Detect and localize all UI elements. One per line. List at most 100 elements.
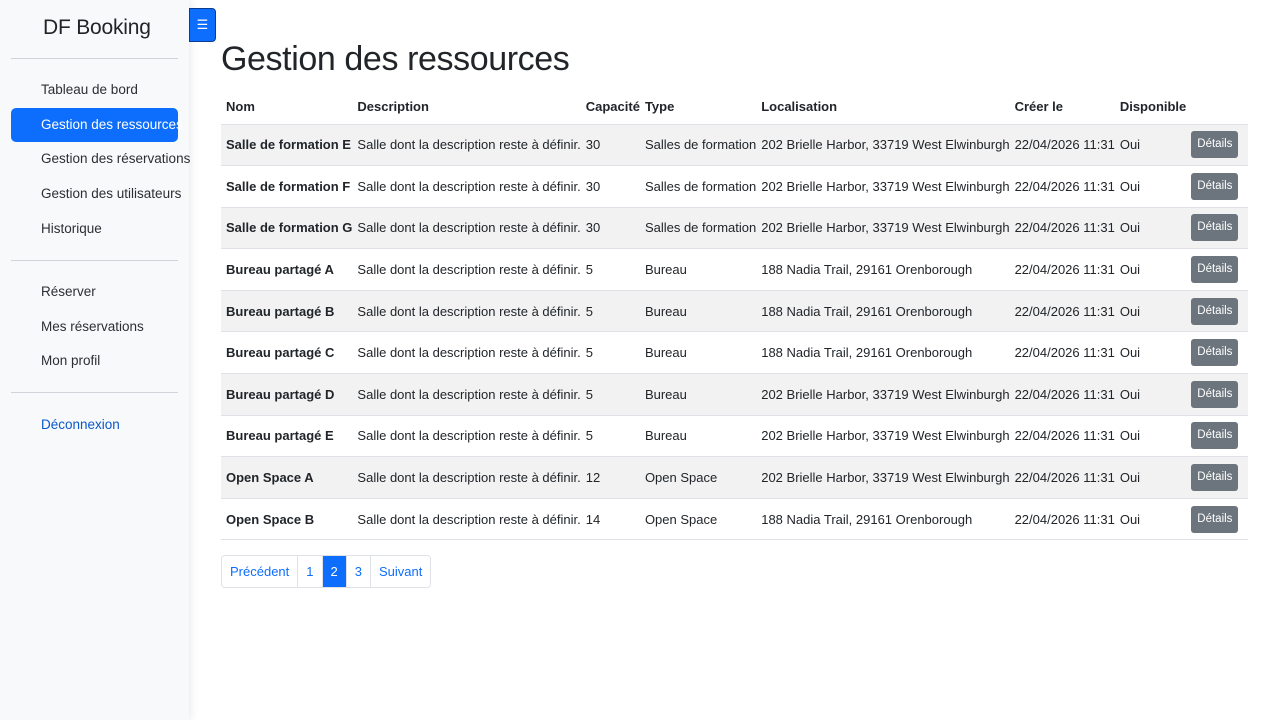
table-row: Open Space B Salle dont la description re… [221,498,1249,541]
cell-action: Détails [1186,331,1249,375]
cell-type: Salles de formation [639,124,757,167]
sidebar-item-reservations[interactable]: Gestion des réservations [11,142,190,176]
cell-created: 22/04/2026 11:31 [1009,456,1115,499]
sidebar-item-logout[interactable]: Déconnexion [11,408,178,442]
cell-location: 188 Nadia Trail, 29161 Orenborough [756,248,1010,291]
sidebar-item-dashboard[interactable]: Tableau de bord [11,73,178,107]
cell-capacity: 5 [580,331,640,375]
resources-table-container: Nom Description Capacité Type Localisati… [221,90,1249,541]
cell-action: Détails [1186,207,1249,250]
pagination-page-2[interactable]: 2 [321,556,346,587]
cell-capacity: 5 [580,290,640,333]
table-row: Bureau partagé C Salle dont la descriptio… [221,331,1249,375]
cell-available: Oui [1114,124,1187,167]
sidebar-item-profile[interactable]: Mon profil [11,344,178,378]
cell-created: 22/04/2026 11:31 [1009,373,1115,416]
cell-action: Détails [1186,415,1249,458]
sidebar-divider [11,260,178,261]
cell-name: Bureau partagé A [221,248,353,291]
pagination: Précédent 1 2 3 Suivant [221,555,432,588]
sidebar-item-users[interactable]: Gestion des utilisateurs [11,177,181,211]
column-header-actions [1186,90,1249,125]
cell-location: 188 Nadia Trail, 29161 Orenborough [756,290,1010,333]
cell-capacity: 30 [580,207,640,250]
cell-type: Bureau [639,331,757,375]
column-header-created[interactable]: Créer le [1009,90,1115,125]
details-button[interactable]: Détails [1191,505,1239,533]
column-header-description[interactable]: Description [352,90,581,125]
sidebar-item-book[interactable]: Réserver [11,275,178,309]
column-header-type[interactable]: Type [639,90,757,125]
cell-action: Détails [1186,498,1249,541]
sidebar-divider [11,392,178,393]
cell-location: 202 Brielle Harbor, 33719 West Elwinburg… [756,165,1010,208]
details-button[interactable]: Détails [1191,339,1239,367]
table-row: Bureau partagé E Salle dont la descriptio… [221,415,1249,458]
cell-available: Oui [1114,456,1187,499]
cell-available: Oui [1114,373,1187,416]
cell-description: Salle dont la description reste à défini… [352,331,581,375]
pagination-next[interactable]: Suivant [369,556,431,587]
column-header-location[interactable]: Localisation [756,90,1010,125]
resources-table: Nom Description Capacité Type Localisati… [221,90,1249,541]
column-header-available[interactable]: Disponible [1114,90,1187,125]
cell-available: Oui [1114,498,1187,541]
cell-created: 22/04/2026 11:31 [1009,290,1115,333]
sidebar-item-history[interactable]: Historique [11,212,178,246]
details-button[interactable]: Détails [1191,256,1239,284]
cell-description: Salle dont la description reste à défini… [352,498,581,541]
cell-created: 22/04/2026 11:31 [1009,498,1115,541]
cell-type: Open Space [639,498,757,541]
cell-created: 22/04/2026 11:31 [1009,165,1115,208]
cell-name: Bureau partagé D [221,373,353,416]
details-button[interactable]: Détails [1191,297,1239,325]
table-row: Bureau partagé B Salle dont la descriptio… [221,290,1249,333]
cell-capacity: 12 [580,456,640,499]
cell-name: Bureau partagé E [221,415,353,458]
sidebar: DF Booking Tableau de bord Gestion des r… [0,0,190,720]
cell-capacity: 14 [580,498,640,541]
pagination-page-3[interactable]: 3 [345,556,370,587]
cell-description: Salle dont la description reste à défini… [352,456,581,499]
cell-name: Salle de formation F [221,165,353,208]
cell-location: 202 Brielle Harbor, 33719 West Elwinburg… [756,207,1010,250]
table-row: Salle de formation F Salle dont la descri… [221,165,1249,208]
cell-action: Détails [1186,373,1249,416]
cell-available: Oui [1114,207,1187,250]
pagination-page-1[interactable]: 1 [297,556,322,587]
cell-description: Salle dont la description reste à défini… [352,373,581,416]
cell-available: Oui [1114,331,1187,375]
cell-type: Open Space [639,456,757,499]
cell-created: 22/04/2026 11:31 [1009,248,1115,291]
sidebar-item-resources[interactable]: Gestion des ressources [11,108,183,142]
details-button[interactable]: Détails [1191,464,1239,492]
cell-action: Détails [1186,165,1249,208]
column-header-capacity[interactable]: Capacité [580,90,640,125]
cell-capacity: 30 [580,124,640,167]
sidebar-item-my-reservations[interactable]: Mes réservations [11,310,178,344]
cell-location: 188 Nadia Trail, 29161 Orenborough [756,498,1010,541]
cell-location: 202 Brielle Harbor, 33719 West Elwinburg… [756,456,1010,499]
cell-available: Oui [1114,248,1187,291]
cell-location: 202 Brielle Harbor, 33719 West Elwinburg… [756,124,1010,167]
details-button[interactable]: Détails [1191,172,1239,200]
cell-description: Salle dont la description reste à défini… [352,207,581,250]
cell-type: Bureau [639,248,757,291]
cell-name: Salle de formation E [221,124,353,167]
cell-name: Open Space A [221,456,353,499]
cell-capacity: 30 [580,165,640,208]
sidebar-toggle-button[interactable]: ☰ [189,8,216,42]
cell-available: Oui [1114,290,1187,333]
details-button[interactable]: Détails [1191,131,1239,159]
column-header-name[interactable]: Nom [221,90,353,125]
cell-action: Détails [1186,124,1249,167]
pagination-previous[interactable]: Précédent [222,556,298,587]
details-button[interactable]: Détails [1191,380,1239,408]
details-button[interactable]: Détails [1191,422,1239,450]
cell-action: Détails [1186,456,1249,499]
cell-created: 22/04/2026 11:31 [1009,331,1115,375]
details-button[interactable]: Détails [1191,214,1239,242]
cell-description: Salle dont la description reste à défini… [352,248,581,291]
cell-type: Bureau [639,373,757,416]
cell-location: 202 Brielle Harbor, 33719 West Elwinburg… [756,415,1010,458]
